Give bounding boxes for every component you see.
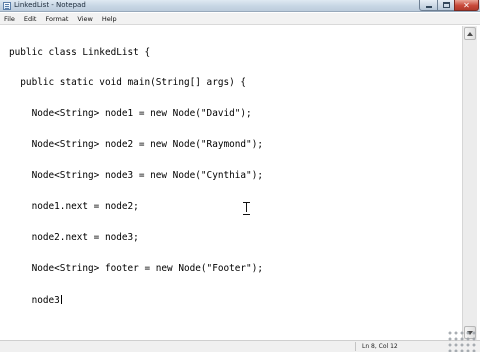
code-line: node2.next = node3; [9, 231, 139, 243]
title-bar[interactable]: LinkedList - Notepad ✕ [0, 0, 480, 12]
maximize-icon [442, 2, 450, 8]
scroll-up-button[interactable] [464, 27, 476, 40]
window-title: LinkedList - Notepad [14, 1, 86, 9]
code-line: Node<String> node1 = new Node("David"); [9, 108, 252, 120]
code-line-current: node3 [9, 294, 263, 306]
code-line: Node<String> node2 = new Node("Raymond")… [9, 139, 263, 151]
text-cursor-icon [243, 202, 250, 215]
code-line: public class LinkedList { [9, 46, 151, 58]
text-editor[interactable]: public class LinkedList { public static … [2, 26, 461, 340]
menu-edit[interactable]: Edit [24, 14, 37, 24]
menu-view[interactable]: View [77, 14, 92, 24]
text-caret [60, 294, 62, 304]
status-divider [355, 342, 356, 351]
code-line: Node<String> node3 = new Node("Cynthia")… [9, 170, 263, 182]
menu-help[interactable]: Help [102, 14, 117, 24]
code-line: node1.next = node2; [9, 201, 139, 213]
maximize-button[interactable] [437, 0, 455, 11]
cursor-position: Ln 8, Col 12 [362, 343, 398, 350]
notepad-icon[interactable] [3, 2, 11, 10]
status-bar: Ln 8, Col 12 [0, 340, 480, 352]
minimize-icon [425, 6, 432, 8]
code-line: Node<String> footer = new Node("Footer")… [9, 262, 263, 274]
vertical-scrollbar[interactable] [462, 26, 477, 340]
close-button[interactable]: ✕ [454, 0, 479, 11]
menu-format[interactable]: Format [45, 14, 68, 24]
current-line-text: node3 [9, 294, 60, 306]
bottom-edge [0, 352, 480, 360]
menu-bar: File Edit Format View Help [0, 13, 480, 25]
scroll-up-arrow-icon [467, 31, 473, 36]
close-icon: ✕ [463, 0, 470, 10]
code-line: public static void main(String[] args) { [9, 77, 247, 89]
code-text: public class LinkedList { public static … [9, 27, 263, 326]
minimize-button[interactable] [419, 0, 438, 11]
menu-file[interactable]: File [4, 14, 15, 24]
